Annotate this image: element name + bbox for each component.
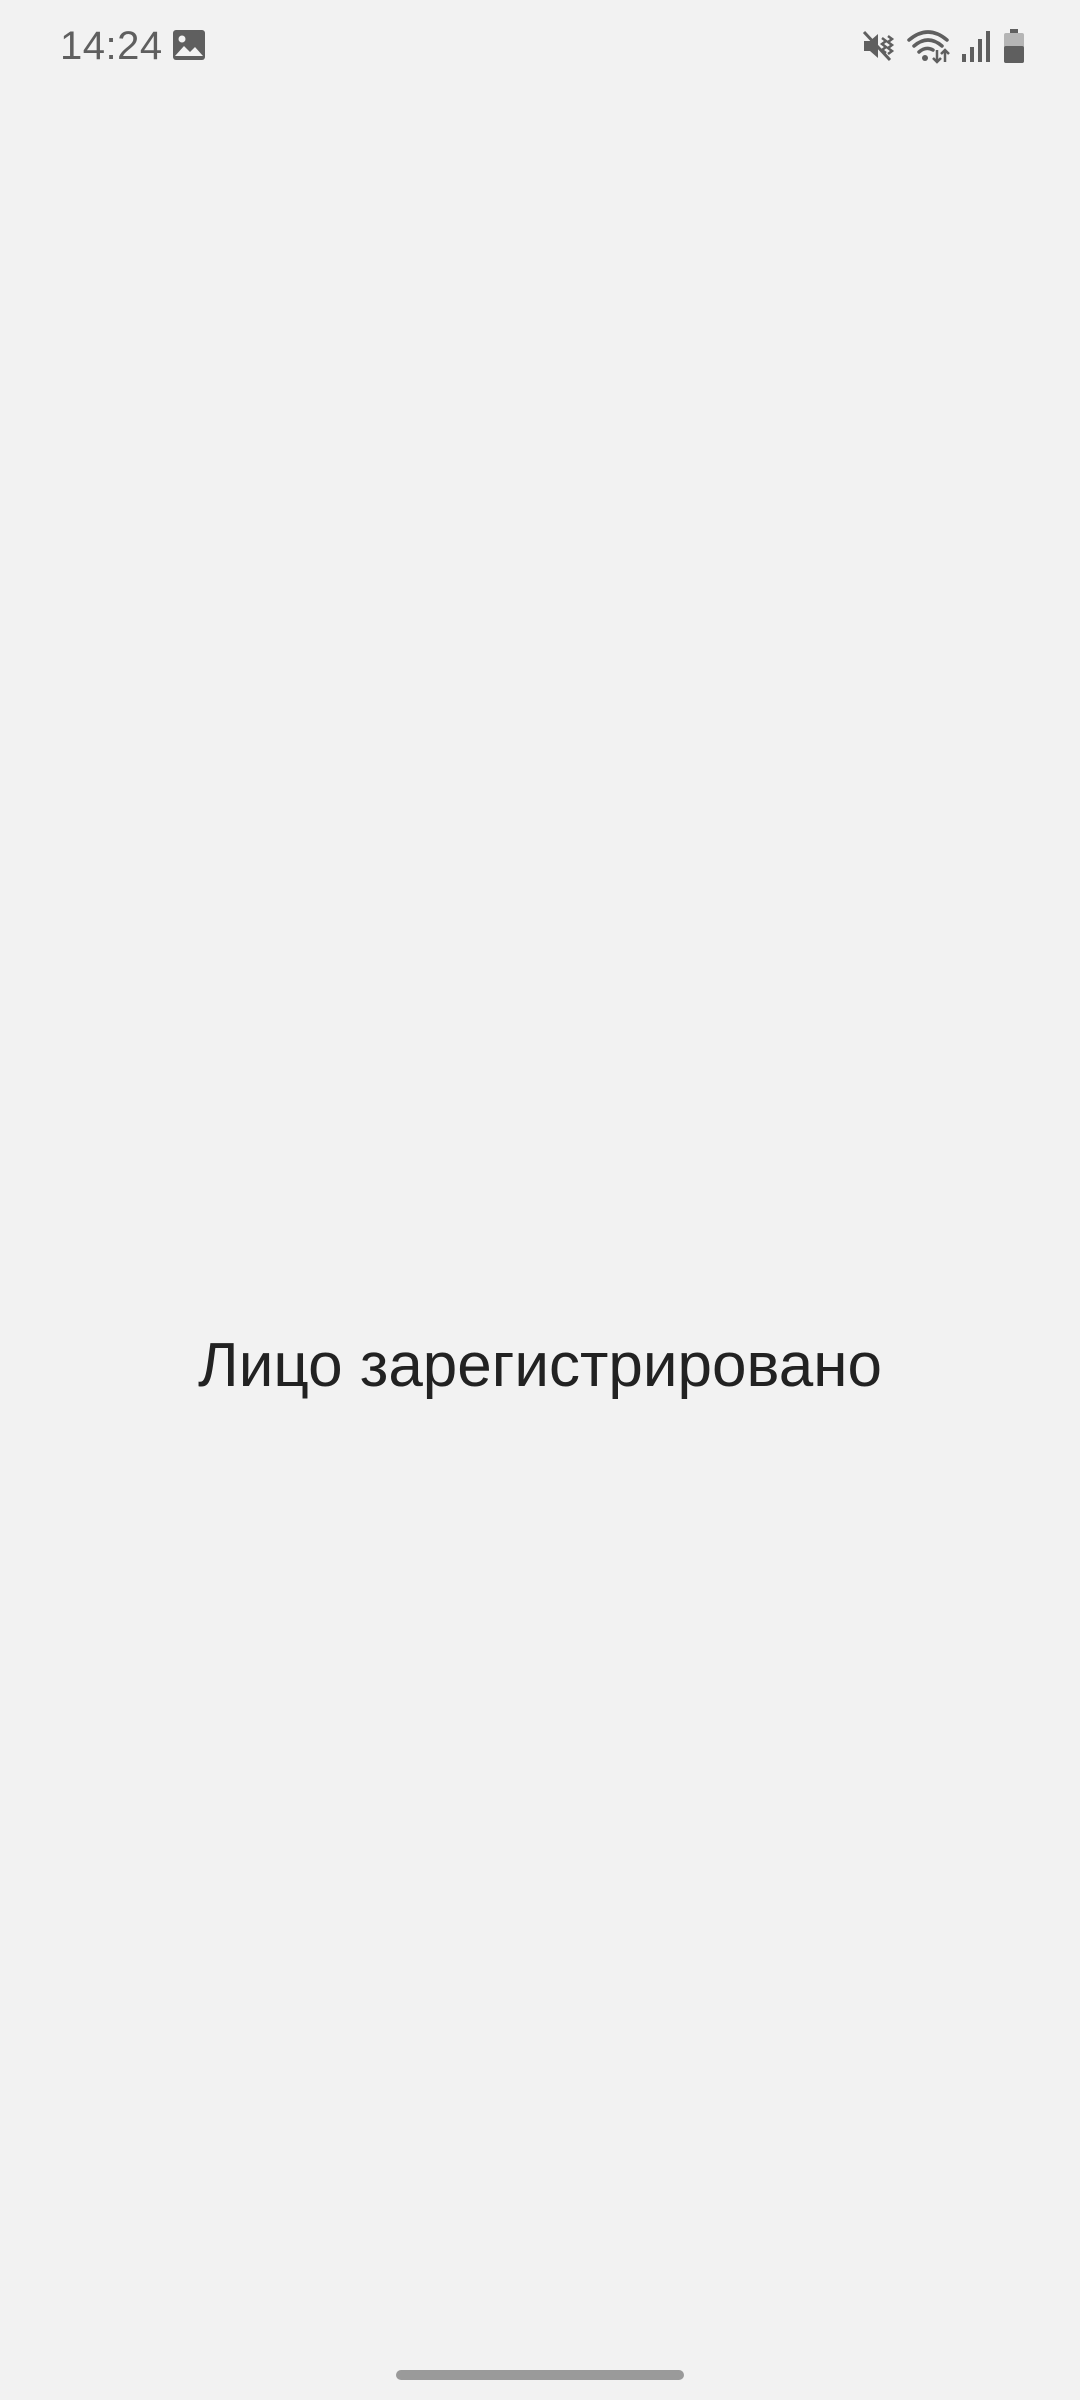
signal-icon — [962, 31, 990, 62]
face-registered-message: Лицо зарегистрировано — [198, 1331, 882, 1400]
battery-icon — [1004, 29, 1024, 63]
wifi-icon — [907, 30, 950, 64]
status-icons — [860, 24, 1026, 68]
status-bar: 14:24 — [0, 0, 1080, 96]
status-time: 14:24 — [60, 24, 163, 68]
gallery-icon — [173, 30, 205, 60]
home-gesture-handle[interactable] — [396, 2370, 684, 2380]
vibrate-mute-icon — [862, 30, 895, 62]
